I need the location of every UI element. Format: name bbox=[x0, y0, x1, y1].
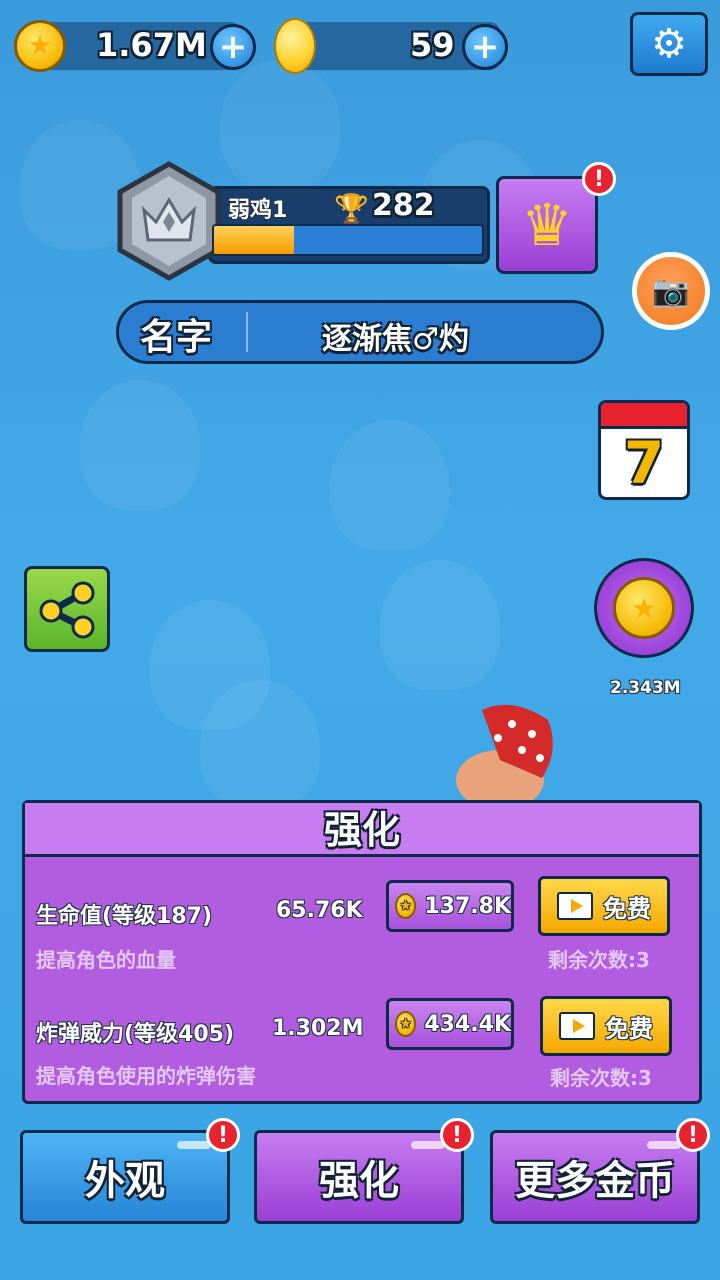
coin-count: 1.67M bbox=[96, 26, 207, 64]
rank-progress-bar bbox=[212, 224, 484, 256]
nav-more-coins-label: 更多金币 bbox=[515, 1158, 675, 1204]
offline-earnings-button[interactable]: ★ bbox=[594, 558, 694, 658]
add-gems-button[interactable]: + bbox=[462, 24, 508, 70]
crown-button[interactable]: ♛ bbox=[496, 176, 598, 274]
name-divider bbox=[246, 312, 248, 352]
name-label: 名字 bbox=[140, 317, 213, 358]
upgrade-bomb-free-button[interactable]: 免费 bbox=[540, 996, 672, 1056]
panel-title: 强化 bbox=[25, 803, 699, 857]
free-label: 免费 bbox=[603, 894, 651, 923]
camera-icon: 📷 bbox=[652, 273, 690, 309]
upgrade-hp-value: 65.76K bbox=[276, 898, 363, 923]
calendar-day: 7 bbox=[623, 429, 665, 497]
upgrade-bomb-cost-button[interactable]: ★ 434.4K bbox=[386, 998, 514, 1050]
crown-icon: ♛ bbox=[521, 191, 573, 259]
player-name: 逐渐焦♂灼 bbox=[322, 322, 469, 357]
player-character bbox=[456, 704, 553, 804]
gem-count: 59 bbox=[410, 26, 455, 64]
nav-upgrade-label: 强化 bbox=[319, 1158, 399, 1204]
nav-more-coins-button[interactable]: 更多金币 bbox=[490, 1130, 700, 1224]
gear-icon: ⚙ bbox=[651, 21, 687, 67]
share-icon bbox=[39, 581, 95, 639]
upgrade-bomb-desc: 提高角色使用的炸弹伤害 bbox=[36, 1064, 256, 1088]
rank-score: 282 bbox=[372, 188, 435, 223]
alert-badge: ! bbox=[582, 162, 616, 196]
free-label: 免费 bbox=[605, 1014, 653, 1043]
offline-earnings-value: 2.343M bbox=[610, 678, 681, 698]
nav-upgrade-button[interactable]: 强化 bbox=[254, 1130, 464, 1224]
gloss bbox=[647, 1141, 681, 1149]
coin-icon: ★ bbox=[613, 577, 675, 639]
upgrade-bomb-remaining: 剩余次数:3 bbox=[550, 1066, 652, 1090]
upgrade-bomb-cost: 434.4K bbox=[424, 1011, 511, 1037]
upgrade-bomb-value: 1.302M bbox=[272, 1016, 364, 1041]
coin-icon: ★ bbox=[395, 1011, 417, 1037]
alert-badge: ! bbox=[676, 1118, 710, 1152]
upgrade-hp-free-button[interactable]: 免费 bbox=[538, 876, 670, 936]
trophy-icon: 🏆 bbox=[334, 192, 369, 225]
upgrade-hp-cost-button[interactable]: ★ 137.8K bbox=[386, 880, 514, 932]
upgrade-hp-desc: 提高角色的血量 bbox=[36, 948, 176, 972]
record-video-button[interactable]: 📷 bbox=[632, 252, 710, 330]
rank-badge-icon bbox=[117, 161, 221, 281]
nav-appearance-button[interactable]: 外观 bbox=[20, 1130, 230, 1224]
daily-login-calendar-button[interactable]: 7 bbox=[598, 400, 690, 500]
share-button[interactable] bbox=[24, 566, 110, 652]
gloss bbox=[177, 1141, 211, 1149]
alert-badge: ! bbox=[440, 1118, 474, 1152]
gold-gem-icon bbox=[274, 18, 316, 74]
upgrade-hp-title: 生命值(等级187) bbox=[36, 904, 213, 929]
gloss bbox=[411, 1141, 445, 1149]
upgrade-bomb-title: 炸弹威力(等级405) bbox=[36, 1022, 235, 1047]
video-play-icon bbox=[559, 1012, 595, 1040]
add-coins-button[interactable]: + bbox=[210, 24, 256, 70]
upgrade-hp-remaining: 剩余次数:3 bbox=[548, 948, 650, 972]
upgrade-hp-cost: 137.8K bbox=[424, 893, 511, 919]
video-play-icon bbox=[557, 892, 593, 920]
calendar-header bbox=[601, 403, 687, 429]
alert-badge: ! bbox=[206, 1118, 240, 1152]
settings-button[interactable]: ⚙ bbox=[630, 12, 708, 76]
coin-icon: ★ bbox=[14, 20, 66, 72]
rank-progress-fill bbox=[214, 226, 295, 254]
coin-icon: ★ bbox=[395, 893, 417, 919]
rank-name: 弱鸡1 bbox=[228, 198, 288, 223]
nav-appearance-label: 外观 bbox=[85, 1158, 165, 1204]
